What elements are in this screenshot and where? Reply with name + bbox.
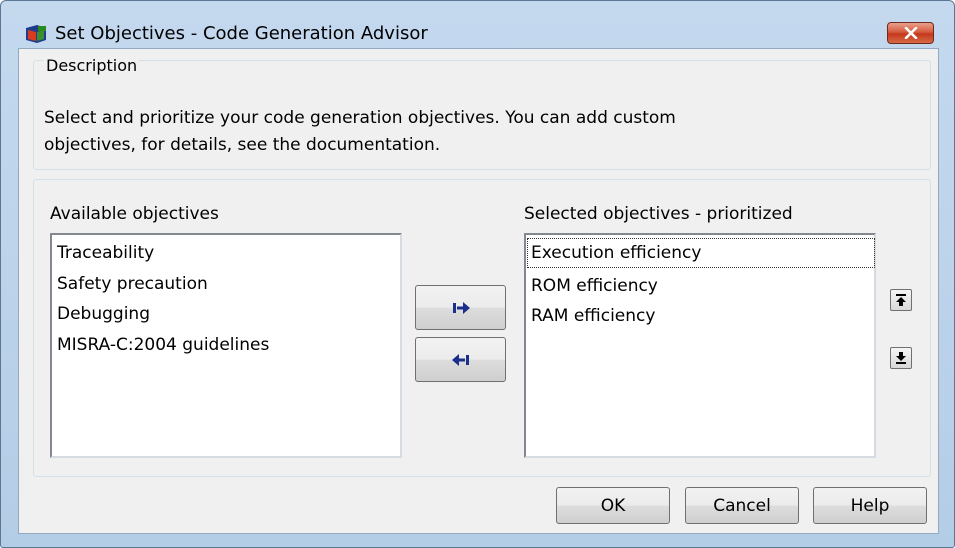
move-to-top-icon <box>896 294 906 306</box>
list-item-focused[interactable]: Execution efficiency <box>527 238 875 268</box>
description-group: Description Select and prioritize your c… <box>33 56 931 170</box>
add-objective-button[interactable] <box>415 285 506 330</box>
window-title: Set Objectives - Code Generation Advisor <box>55 23 428 44</box>
title-bar[interactable]: Set Objectives - Code Generation Advisor <box>1 1 954 44</box>
list-item[interactable]: Safety precaution <box>57 270 208 298</box>
close-button[interactable] <box>887 22 934 44</box>
dialog-window: Set Objectives - Code Generation Advisor… <box>0 0 955 548</box>
arrow-left-bar-icon <box>452 354 469 366</box>
list-item[interactable]: Debugging <box>57 300 150 328</box>
move-down-button[interactable] <box>890 347 912 369</box>
ok-button[interactable]: OK <box>556 487 670 524</box>
list-item[interactable]: RAM efficiency <box>531 302 655 330</box>
list-item[interactable]: Traceability <box>57 239 154 267</box>
help-button[interactable]: Help <box>813 487 927 524</box>
simulink-app-icon <box>26 25 46 43</box>
dialog-client-area: Description Select and prioritize your c… <box>18 48 939 534</box>
selected-objectives-list[interactable]: Execution efficiency ROM efficiency RAM … <box>524 233 876 458</box>
move-up-button[interactable] <box>890 289 912 311</box>
description-group-label: Description <box>44 56 140 75</box>
remove-objective-button[interactable] <box>415 337 506 382</box>
description-text: Select and prioritize your code generati… <box>44 108 676 155</box>
move-to-bottom-icon <box>896 352 906 364</box>
available-objectives-list[interactable]: Traceability Safety precaution Debugging… <box>50 233 402 458</box>
selected-objectives-label: Selected objectives - prioritized <box>524 204 793 224</box>
list-item[interactable]: MISRA-C:2004 guidelines <box>57 331 269 359</box>
list-item[interactable]: ROM efficiency <box>531 272 658 300</box>
close-icon <box>904 27 918 39</box>
arrow-right-bar-icon <box>453 302 470 314</box>
available-objectives-label: Available objectives <box>50 204 219 224</box>
cancel-button[interactable]: Cancel <box>685 487 799 524</box>
objectives-group: Available objectives Traceability Safety… <box>33 179 931 477</box>
